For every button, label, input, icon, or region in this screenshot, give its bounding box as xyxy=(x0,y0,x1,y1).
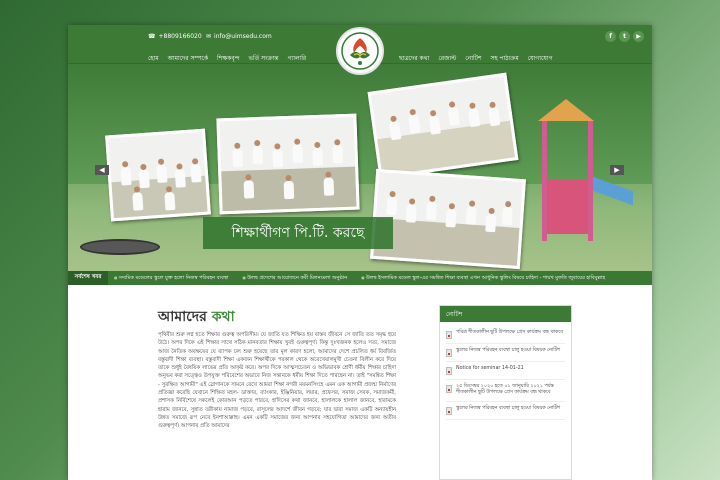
document-icon xyxy=(446,367,452,375)
about-title-accent: কথা xyxy=(211,309,235,325)
notice-item-text: ২৫ ডিসেম্বর ২০২০ হতে ০১ জানুয়ারি ২০২১ প… xyxy=(456,384,554,396)
nav-item-result[interactable]: রেজাল্ট xyxy=(438,53,456,64)
playground-roof xyxy=(538,99,594,121)
notice-item[interactable]: Notice for seminar 14-01-21 xyxy=(446,362,565,380)
phone-contact[interactable]: ☎ +8809166020 xyxy=(148,33,202,40)
document-icon xyxy=(446,385,452,393)
notice-list: পবিত্র শীতকালীন ছুটি উপলক্ষে প্রেস কার্য… xyxy=(440,322,571,424)
main-content: আমাদের কথা পৃথিবীর শুরু লগ্ন হতে শিক্ষার… xyxy=(68,285,652,480)
ticker-items: সদ্যমিক মডেলের স্কুলে যুক্ত হলো নিজস্ব প… xyxy=(114,275,605,283)
notice-item[interactable]: স্কুলের নিজস্ব পরিবহন ব্যবস্থা চালু হওয়… xyxy=(446,402,565,420)
nav-item-gallery[interactable]: গ্যালারি xyxy=(288,53,307,64)
logo-emblem-icon xyxy=(341,32,379,70)
nav-item-about[interactable]: আমাদের সম্পর্কে xyxy=(168,53,208,64)
slide-photo-4 xyxy=(370,168,526,270)
email-contact[interactable]: ✉ info@uimsedu.com xyxy=(206,33,272,40)
ticker-item[interactable]: উলদ্ব প্রদেশের আয়োজনে কবী মিলনমেলা অনুষ… xyxy=(243,275,347,283)
playground-climbing-wall xyxy=(547,179,588,234)
facebook-icon[interactable]: f xyxy=(605,31,616,42)
notice-panel: নোটিশ পবিত্র শীতকালীন ছুটি উপলক্ষে প্রেস… xyxy=(439,305,572,480)
ticker-label: সর্বশেষ খবর xyxy=(68,271,108,285)
nav-item-contact[interactable]: যোগাযোগ xyxy=(528,53,553,64)
phone-icon: ☎ xyxy=(148,33,156,40)
about-body-text: পৃথিবীর শুরু লগ্ন হতে শিক্ষার গুরুত্ব অপ… xyxy=(158,332,396,430)
about-title-plain: আমাদের xyxy=(158,309,212,325)
ticker-item[interactable]: উলদ্ব ইসলামিক মডেল স্কুল-এর সমন্বিত শিক্… xyxy=(361,275,605,283)
document-icon xyxy=(446,331,452,339)
notice-panel-title: নোটিশ xyxy=(440,306,571,322)
social-links: f t ▶ xyxy=(605,31,644,42)
slider-next-button[interactable]: ▶ xyxy=(610,165,624,175)
slide-photo-2 xyxy=(216,113,360,215)
nav-item-notice[interactable]: নোটিশ xyxy=(465,53,481,64)
nav-item-teachers[interactable]: শিক্ষকবৃন্দ xyxy=(217,53,239,64)
youtube-icon[interactable]: ▶ xyxy=(633,31,644,42)
document-icon xyxy=(446,349,452,357)
nav-left-group: হোম আমাদের সম্পর্কে শিক্ষকবৃন্দ ভর্তি সং… xyxy=(148,53,306,64)
notice-item-text: Notice for seminar 14-01-21 xyxy=(456,366,524,371)
phone-number: +8809166020 xyxy=(158,33,202,40)
notice-item-text: স্কুলের নিজস্ব পরিবহন ব্যবস্থা চালু হওয়… xyxy=(456,405,561,411)
nav-item-admission[interactable]: ভর্তি সংক্রান্ত xyxy=(249,53,279,64)
twitter-icon[interactable]: t xyxy=(619,31,630,42)
hero-slider: শিক্ষার্থীগণ পি.টি. করছে ◀ ▶ xyxy=(68,64,652,271)
school-logo[interactable] xyxy=(336,27,384,75)
ticker-item[interactable]: সদ্যমিক মডেলের স্কুলে যুক্ত হলো নিজস্ব প… xyxy=(114,275,229,283)
news-ticker: সর্বশেষ খবর সদ্যমিক মডেলের স্কুলে যুক্ত … xyxy=(68,271,652,285)
notice-item-text: স্কুলের নিজস্ব পরিবহন ব্যবস্থা চালু হওয়… xyxy=(456,348,561,353)
document-icon xyxy=(446,406,452,415)
nav-item-home[interactable]: হোম xyxy=(148,53,159,64)
nav-item-students-say[interactable]: ছাত্রদের কথা xyxy=(399,53,429,64)
nav-item-co-curricular[interactable]: সহ পাঠ্যক্রম xyxy=(491,53,519,64)
mail-icon: ✉ xyxy=(206,33,212,40)
email-address: info@uimsedu.com xyxy=(214,33,272,40)
notice-item[interactable]: পবিত্র শীতকালীন ছুটি উপলক্ষে প্রেস কার্য… xyxy=(446,326,565,344)
slider-prev-button[interactable]: ◀ xyxy=(95,165,109,175)
slide-caption: শিক্ষার্থীগণ পি.টি. করছে xyxy=(203,217,393,249)
notice-item[interactable]: ২৫ ডিসেম্বর ২০২০ হতে ০১ জানুয়ারি ২০২১ প… xyxy=(446,380,565,402)
website-frame: ☎ +8809166020 ✉ info@uimsedu.com f t ▶ হ… xyxy=(68,25,652,480)
trampoline xyxy=(80,239,160,255)
nav-right-group: ছাত্রদের কথা রেজাল্ট নোটিশ সহ পাঠ্যক্রম … xyxy=(399,53,553,64)
about-title: আমাদের কথা xyxy=(158,305,235,329)
notice-item[interactable]: স্কুলের নিজস্ব পরিবহন ব্যবস্থা চালু হওয়… xyxy=(446,344,565,362)
notice-item-text: পবিত্র শীতকালীন ছুটি উপলক্ষে প্রেস কার্য… xyxy=(456,330,563,335)
slide-photo-1 xyxy=(105,128,211,222)
